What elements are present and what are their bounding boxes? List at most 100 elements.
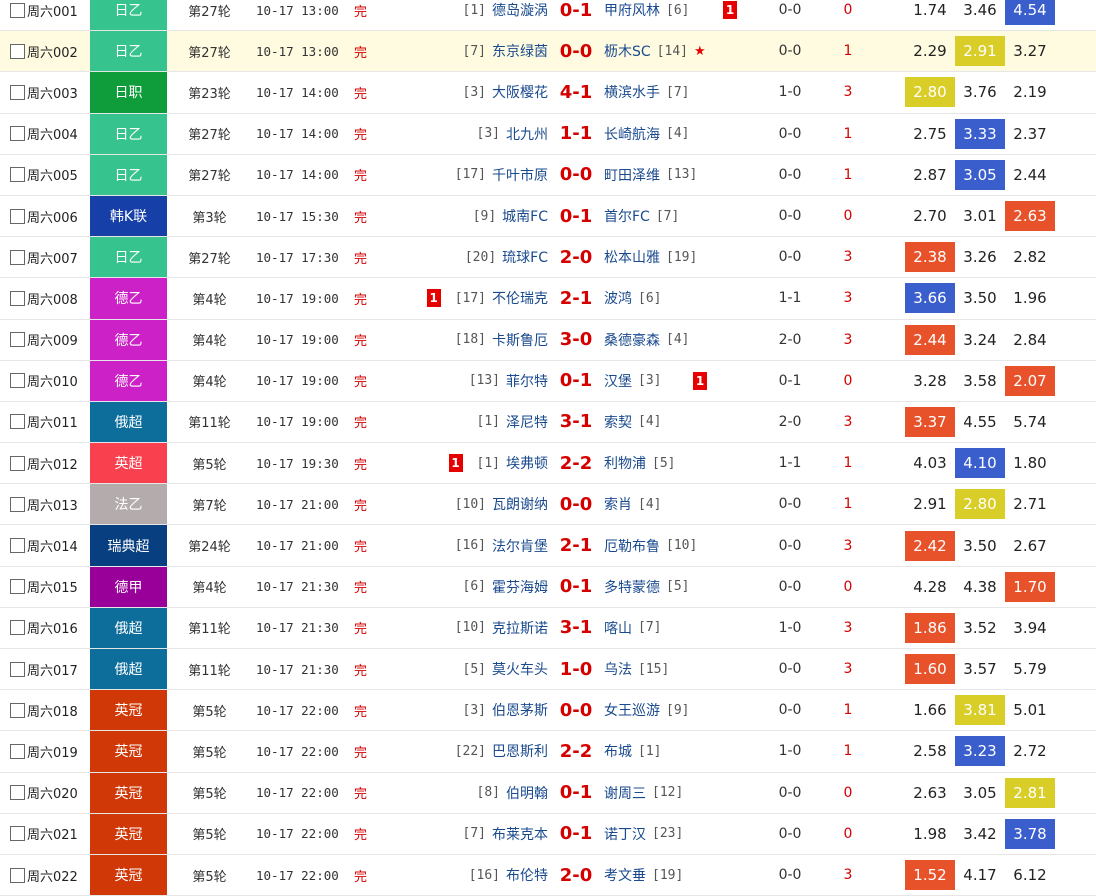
home-team-name[interactable]: 不伦瑞克 bbox=[492, 288, 548, 308]
away-team-name[interactable]: 甲府风林 bbox=[604, 0, 660, 20]
home-team-name[interactable]: 东京绿茵 bbox=[492, 41, 548, 61]
match-checkbox[interactable] bbox=[10, 414, 25, 430]
away-team-name[interactable]: 诺丁汉 bbox=[604, 824, 646, 844]
final-score[interactable]: 0-1 bbox=[556, 196, 596, 236]
league-badge[interactable]: 德乙 bbox=[90, 319, 167, 360]
away-team-name[interactable]: 女王巡游 bbox=[604, 700, 660, 720]
away-team-name[interactable]: 桑德豪森 bbox=[604, 330, 660, 350]
match-row[interactable]: 周六013 法乙 第7轮 10-17 21:00 完 [10] 瓦朗谢纳 0-0 索肖 [4] 0-… bbox=[0, 484, 1096, 526]
away-team-name[interactable]: 厄勒布鲁 bbox=[604, 536, 660, 556]
match-row[interactable]: 周六004 日乙 第27轮 10-17 14:00 完 [3] 北九州 1-1 长崎航海 [4] 0… bbox=[0, 113, 1096, 155]
match-row[interactable]: 周六017 俄超 第11轮 10-17 21:30 完 [5] 莫火车头 1-0 乌法 [15] 0… bbox=[0, 649, 1096, 691]
match-row[interactable]: 周六014 瑞典超 第24轮 10-17 21:00 完 [16] 法尔肯堡 2-1 厄勒布鲁 [… bbox=[0, 525, 1096, 567]
final-score[interactable]: 0-0 bbox=[556, 31, 596, 71]
match-checkbox[interactable] bbox=[10, 743, 25, 759]
final-score[interactable]: 3-1 bbox=[556, 608, 596, 648]
match-row[interactable]: 周六007 日乙 第27轮 10-17 17:30 完 [20] 琉球FC 2-0 松本山雅 [1… bbox=[0, 237, 1096, 279]
match-row[interactable]: 周六009 德乙 第4轮 10-17 19:00 完 [18] 卡斯鲁厄 3-0 桑德豪森 [4]… bbox=[0, 319, 1096, 361]
league-badge[interactable]: 日乙 bbox=[90, 237, 167, 278]
match-row[interactable]: 周六008 德乙 第4轮 10-17 19:00 完 [17] 不伦瑞克 1 2-1 波鸿 [6] 1… bbox=[0, 278, 1096, 320]
match-checkbox[interactable] bbox=[10, 373, 25, 389]
home-team-name[interactable]: 伯明翰 bbox=[506, 783, 548, 803]
final-score[interactable]: 0-1 bbox=[556, 773, 596, 813]
match-row[interactable]: 周六020 英冠 第5轮 10-17 22:00 完 [8] 伯明翰 0-1 谢周三 [12] 0-… bbox=[0, 772, 1096, 814]
match-row[interactable]: 周六006 韩K联 第3轮 10-17 15:30 完 [9] 城南FC 0-1 首尔FC [7]… bbox=[0, 195, 1096, 238]
league-badge[interactable]: 法乙 bbox=[90, 484, 167, 525]
home-team-name[interactable]: 埃弗顿 bbox=[506, 453, 548, 473]
league-badge[interactable]: 德甲 bbox=[90, 566, 167, 607]
match-checkbox[interactable] bbox=[10, 167, 25, 183]
away-team-name[interactable]: 横滨水手 bbox=[604, 82, 660, 102]
final-score[interactable]: 1-0 bbox=[556, 649, 596, 689]
league-badge[interactable]: 日乙 bbox=[90, 154, 167, 195]
away-team-name[interactable]: 利物浦 bbox=[604, 453, 646, 473]
away-team-name[interactable]: 町田泽维 bbox=[604, 165, 660, 185]
away-team-name[interactable]: 考文垂 bbox=[604, 865, 646, 885]
match-checkbox[interactable] bbox=[10, 702, 25, 718]
match-row[interactable]: 周六012 英超 第5轮 10-17 19:30 完 [1] 埃弗顿 1 2-2 利物浦 [5] 1-… bbox=[0, 443, 1096, 485]
match-row[interactable]: 周六021 英冠 第5轮 10-17 22:00 完 [7] 布莱克本 0-1 诺丁汉 [23] 0… bbox=[0, 813, 1096, 855]
away-team-name[interactable]: 乌法 bbox=[604, 659, 632, 679]
league-badge[interactable]: 俄超 bbox=[90, 649, 167, 690]
match-checkbox[interactable] bbox=[10, 43, 25, 59]
home-team-name[interactable]: 瓦朗谢纳 bbox=[492, 494, 548, 514]
match-checkbox[interactable] bbox=[10, 332, 25, 348]
home-team-name[interactable]: 霍芬海姆 bbox=[492, 577, 548, 597]
away-team-name[interactable]: 多特蒙德 bbox=[604, 577, 660, 597]
away-team-name[interactable]: 汉堡 bbox=[604, 371, 632, 391]
final-score[interactable]: 1-1 bbox=[556, 114, 596, 154]
league-badge[interactable]: 日乙 bbox=[90, 0, 167, 31]
match-checkbox[interactable] bbox=[10, 249, 25, 265]
final-score[interactable]: 0-1 bbox=[556, 0, 596, 30]
league-badge[interactable]: 瑞典超 bbox=[90, 525, 167, 566]
final-score[interactable]: 2-0 bbox=[556, 855, 596, 895]
league-badge[interactable]: 英冠 bbox=[90, 690, 167, 731]
home-team-name[interactable]: 德岛漩涡 bbox=[492, 0, 548, 20]
match-row[interactable]: 周六001 日乙 第27轮 10-17 13:00 完 [1] 德岛漩涡 0-1 甲府风林 [6]… bbox=[0, 0, 1096, 32]
match-checkbox[interactable] bbox=[10, 826, 25, 842]
away-team-name[interactable]: 索契 bbox=[604, 412, 632, 432]
league-badge[interactable]: 英超 bbox=[90, 443, 167, 484]
away-team-name[interactable]: 首尔FC bbox=[604, 206, 650, 226]
final-score[interactable]: 0-0 bbox=[556, 690, 596, 730]
home-team-name[interactable]: 卡斯鲁厄 bbox=[492, 330, 548, 350]
away-team-name[interactable]: 波鸿 bbox=[604, 288, 632, 308]
match-row[interactable]: 周六010 德乙 第4轮 10-17 19:00 完 [13] 菲尔特 0-1 汉堡 [3] 1 0-… bbox=[0, 360, 1096, 402]
league-badge[interactable]: 日乙 bbox=[90, 31, 167, 72]
final-score[interactable]: 2-2 bbox=[556, 443, 596, 483]
match-checkbox[interactable] bbox=[10, 290, 25, 306]
league-badge[interactable]: 英冠 bbox=[90, 772, 167, 813]
home-team-name[interactable]: 克拉斯诺 bbox=[492, 618, 548, 638]
away-team-name[interactable]: 喀山 bbox=[604, 618, 632, 638]
home-team-name[interactable]: 巴恩斯利 bbox=[492, 741, 548, 761]
final-score[interactable]: 0-0 bbox=[556, 155, 596, 195]
final-score[interactable]: 0-0 bbox=[556, 484, 596, 524]
away-team-name[interactable]: 枥木SC bbox=[604, 41, 651, 61]
league-badge[interactable]: 韩K联 bbox=[90, 195, 167, 237]
home-team-name[interactable]: 莫火车头 bbox=[492, 659, 548, 679]
final-score[interactable]: 2-1 bbox=[556, 525, 596, 565]
league-badge[interactable]: 德乙 bbox=[90, 278, 167, 319]
match-checkbox[interactable] bbox=[10, 208, 25, 224]
final-score[interactable]: 2-0 bbox=[556, 237, 596, 277]
match-row[interactable]: 周六005 日乙 第27轮 10-17 14:00 完 [17] 千叶市原 0-0 町田泽维 [1… bbox=[0, 154, 1096, 196]
final-score[interactable]: 0-1 bbox=[556, 361, 596, 401]
match-checkbox[interactable] bbox=[10, 496, 25, 512]
match-checkbox[interactable] bbox=[10, 538, 25, 554]
away-team-name[interactable]: 布城 bbox=[604, 741, 632, 761]
league-badge[interactable]: 俄超 bbox=[90, 401, 167, 443]
league-badge[interactable]: 俄超 bbox=[90, 607, 167, 648]
match-row[interactable]: 周六015 德甲 第4轮 10-17 21:30 完 [6] 霍芬海姆 0-1 多特蒙德 [5] 0… bbox=[0, 566, 1096, 608]
league-badge[interactable]: 英冠 bbox=[90, 813, 167, 854]
match-checkbox[interactable] bbox=[10, 579, 25, 595]
home-team-name[interactable]: 城南FC bbox=[502, 206, 548, 226]
match-row[interactable]: 周六018 英冠 第5轮 10-17 22:00 完 [3] 伯恩茅斯 0-0 女王巡游 [9] 0… bbox=[0, 690, 1096, 732]
home-team-name[interactable]: 布伦特 bbox=[506, 865, 548, 885]
home-team-name[interactable]: 大阪樱花 bbox=[492, 82, 548, 102]
league-badge[interactable]: 德乙 bbox=[90, 360, 167, 401]
match-checkbox[interactable] bbox=[10, 661, 25, 677]
home-team-name[interactable]: 菲尔特 bbox=[506, 371, 548, 391]
match-checkbox[interactable] bbox=[10, 620, 25, 636]
final-score[interactable]: 2-2 bbox=[556, 731, 596, 771]
home-team-name[interactable]: 法尔肯堡 bbox=[492, 536, 548, 556]
